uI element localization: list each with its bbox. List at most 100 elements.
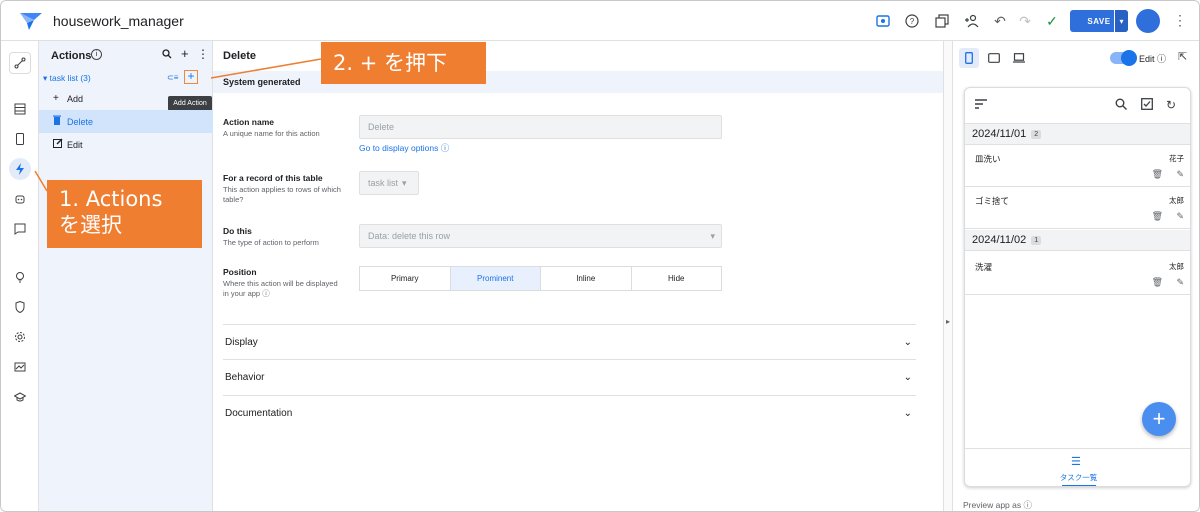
position-option-inline[interactable]: Inline bbox=[541, 267, 632, 290]
help-icon[interactable]: ? bbox=[903, 12, 921, 30]
editor-title: Delete bbox=[223, 50, 257, 62]
do-this-label: Do this bbox=[223, 226, 252, 236]
trash-icon bbox=[53, 115, 67, 128]
open-external-icon[interactable]: ⇱ bbox=[1178, 50, 1187, 63]
dropdown-caret-icon: ▾ bbox=[402, 177, 407, 188]
monitor-icon[interactable] bbox=[9, 356, 31, 378]
edit-icon[interactable]: ✎ bbox=[1176, 169, 1184, 180]
do-this-select[interactable]: Data: delete this row ▾ bbox=[359, 224, 722, 248]
bottom-nav-label[interactable]: タスク一覧 bbox=[965, 472, 1190, 483]
info-icon: ⓘ bbox=[440, 143, 450, 153]
mobile-view-icon[interactable] bbox=[959, 48, 979, 68]
position-segmented-control: Primary Prominent Inline Hide bbox=[359, 266, 722, 291]
app-title: housework_manager bbox=[53, 13, 184, 29]
appsheet-logo-icon bbox=[20, 13, 42, 30]
group-header: 2024/11/02 1 bbox=[965, 230, 1190, 251]
bolt-icon[interactable] bbox=[9, 158, 31, 180]
add-action-button[interactable]: + bbox=[184, 70, 198, 84]
chat-icon[interactable] bbox=[9, 218, 31, 240]
phone-frame: ↻ 2024/11/01 2 皿洗い 花子 🗑 ✎ ゴミ捨て 太郎 🗑 ✎ 202… bbox=[964, 87, 1191, 487]
refresh-icon[interactable]: ↻ bbox=[1166, 98, 1176, 112]
list-item[interactable]: 皿洗い 花子 🗑 ✎ bbox=[965, 145, 1190, 187]
add-person-icon[interactable] bbox=[963, 12, 981, 30]
task-title: ゴミ捨て bbox=[975, 196, 1010, 206]
phone-header: ↻ bbox=[965, 88, 1190, 124]
action-item-label: Edit bbox=[67, 139, 83, 150]
action-item-add[interactable]: + Add bbox=[39, 87, 213, 110]
position-option-prominent[interactable]: Prominent bbox=[450, 267, 541, 290]
plus-icon: + bbox=[53, 93, 59, 104]
chevron-down-icon: ⌄ bbox=[903, 336, 912, 348]
edit-toggle[interactable] bbox=[1110, 50, 1137, 66]
phone-icon[interactable] bbox=[9, 128, 31, 150]
section-documentation[interactable]: Documentation ⌄ bbox=[223, 395, 916, 430]
position-option-primary[interactable]: Primary bbox=[360, 267, 451, 290]
section-display[interactable]: Display ⌄ bbox=[223, 324, 916, 359]
action-item-edit[interactable]: Edit bbox=[39, 133, 213, 156]
preview-icon[interactable] bbox=[874, 12, 892, 30]
list-icon[interactable]: ☰ bbox=[1071, 455, 1081, 468]
edit-icon[interactable]: ✎ bbox=[1176, 277, 1184, 288]
active-tab-indicator bbox=[1062, 485, 1096, 486]
trash-icon[interactable]: 🗑 bbox=[1152, 211, 1163, 222]
bottom-nav: ☰ タスク一覧 bbox=[965, 448, 1190, 486]
shield-icon[interactable] bbox=[9, 296, 31, 318]
left-rail bbox=[1, 41, 39, 511]
search-icon[interactable] bbox=[1115, 98, 1127, 113]
do-this-help: The type of action to perform bbox=[223, 238, 319, 247]
redo-icon[interactable]: ↷ bbox=[1016, 12, 1034, 30]
more-vert-icon[interactable]: ⋮ bbox=[1173, 12, 1187, 29]
sort-icon[interactable] bbox=[975, 98, 987, 112]
info-icon: ⓘ bbox=[262, 289, 270, 298]
collapse-list-icon[interactable]: ⊂≡ bbox=[167, 73, 178, 82]
top-bar: housework_manager ? ↶ ↷ ✓ SAVE ▾ ⋮ bbox=[1, 1, 1199, 41]
add-fab-button[interactable]: + bbox=[1142, 402, 1176, 436]
bot-icon[interactable] bbox=[9, 188, 31, 210]
action-name-input[interactable]: Delete bbox=[359, 115, 722, 139]
action-name-label: Action name bbox=[223, 117, 275, 127]
list-item[interactable]: 洗濯 太郎 🗑 ✎ bbox=[965, 253, 1190, 295]
pane-splitter[interactable]: ▸ bbox=[943, 41, 953, 511]
position-label: Position bbox=[223, 267, 257, 277]
avatar[interactable] bbox=[1136, 9, 1160, 33]
select-checkbox-icon[interactable] bbox=[1141, 98, 1153, 113]
add-icon[interactable]: + bbox=[181, 46, 189, 61]
count-badge: 1 bbox=[1031, 235, 1042, 245]
table-icon[interactable] bbox=[9, 98, 31, 120]
route-icon[interactable] bbox=[9, 52, 31, 74]
school-icon[interactable] bbox=[9, 386, 31, 408]
task-assignee: 太郎 bbox=[1169, 262, 1184, 271]
save-options-caret-icon[interactable]: ▾ bbox=[1114, 10, 1128, 32]
more-vert-icon[interactable]: ⋮ bbox=[197, 47, 209, 61]
desktop-view-icon[interactable] bbox=[1009, 48, 1029, 68]
info-icon[interactable]: i bbox=[91, 49, 102, 60]
search-icon[interactable] bbox=[162, 49, 172, 62]
check-icon[interactable]: ✓ bbox=[1043, 12, 1061, 30]
gear-icon[interactable] bbox=[9, 326, 31, 348]
edit-icon bbox=[53, 138, 67, 151]
section-behavior[interactable]: Behavior ⌄ bbox=[223, 359, 916, 394]
trash-icon[interactable]: 🗑 bbox=[1152, 277, 1163, 288]
list-item[interactable]: ゴミ捨て 太郎 🗑 ✎ bbox=[965, 187, 1190, 229]
copy-icon[interactable] bbox=[933, 12, 951, 30]
chevron-down-icon: ⌄ bbox=[903, 371, 912, 383]
table-select[interactable]: task list ▾ bbox=[359, 171, 419, 195]
chevron-right-icon[interactable]: ▸ bbox=[946, 317, 950, 326]
position-option-hide[interactable]: Hide bbox=[632, 267, 722, 290]
for-record-label: For a record of this table bbox=[223, 173, 323, 183]
for-record-help: This action applies to rows of which tab… bbox=[223, 185, 341, 204]
preview-as-label: Preview app as ⓘ bbox=[963, 500, 1033, 510]
tablet-view-icon[interactable] bbox=[984, 48, 1004, 68]
display-options-link[interactable]: Go to display options ⓘ bbox=[359, 142, 449, 154]
edit-label: Edit ⓘ bbox=[1139, 54, 1167, 64]
trash-icon[interactable]: 🗑 bbox=[1152, 169, 1163, 180]
action-item-delete[interactable]: Delete bbox=[39, 110, 213, 133]
app-window: housework_manager ? ↶ ↷ ✓ SAVE ▾ ⋮ Actio… bbox=[0, 0, 1200, 512]
action-name-help: A unique name for this action bbox=[223, 129, 320, 138]
undo-icon[interactable]: ↶ bbox=[991, 12, 1009, 30]
edit-icon[interactable]: ✎ bbox=[1176, 211, 1184, 222]
action-editor: Delete System generated Action name A un… bbox=[213, 41, 943, 511]
table-group-task-list[interactable]: ▾ task list (3) bbox=[43, 73, 91, 84]
chevron-down-icon: ⌄ bbox=[903, 407, 912, 419]
bulb-icon[interactable] bbox=[9, 266, 31, 288]
